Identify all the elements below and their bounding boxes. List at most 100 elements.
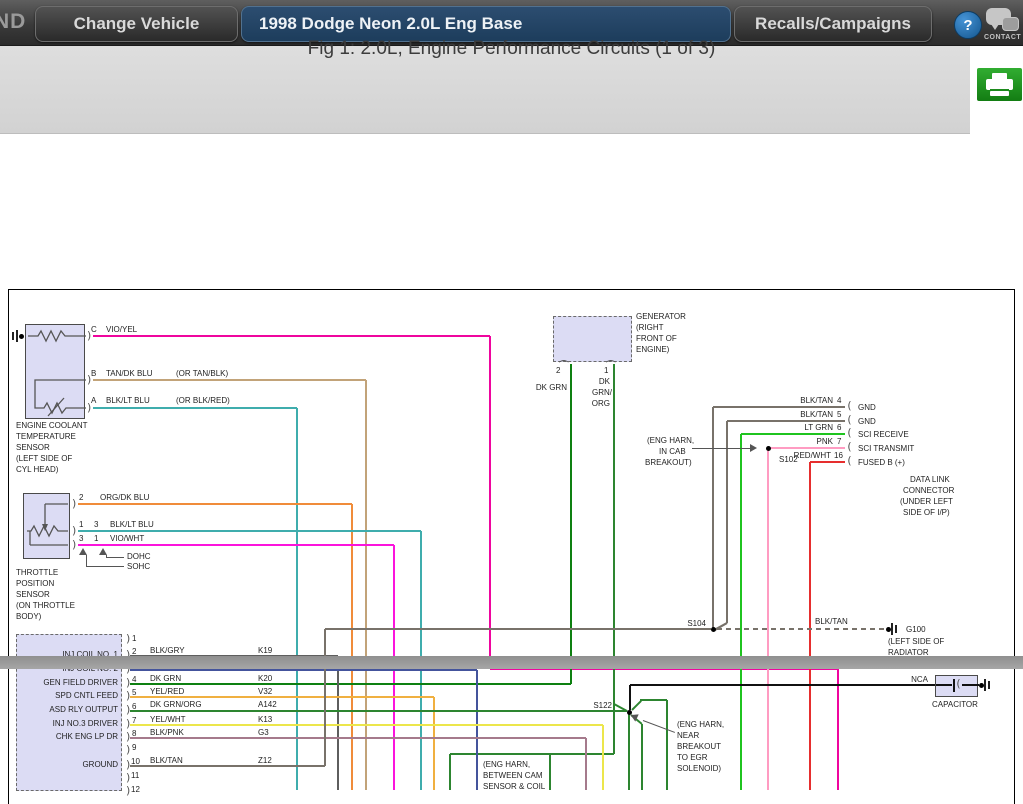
wire-yel-red-v32 xyxy=(130,696,434,698)
bottom-cutoff-band xyxy=(0,656,1023,669)
diagram-label: BODY) xyxy=(16,612,41,621)
diagram-label: BLK/PNK xyxy=(150,728,184,737)
diagram-label: 4 xyxy=(837,396,841,405)
diagram-label: TEMPERATURE xyxy=(16,432,76,441)
diagram-label: B xyxy=(91,369,96,378)
diagram-label: (RIGHT xyxy=(636,323,664,332)
wire-pnk-s102-down xyxy=(767,448,769,790)
wire-org-dkblu xyxy=(351,504,353,790)
pin-bracket: ( xyxy=(846,428,853,438)
diagram-label: 6 xyxy=(132,702,136,711)
wire-tan-dkblu xyxy=(365,380,367,790)
diagram-frame xyxy=(8,289,1015,804)
wire-dk-grn-k20 xyxy=(570,364,572,684)
wire-dk-grn-k20 xyxy=(130,683,571,685)
pin-bracket: ( xyxy=(846,401,853,411)
s104-splice xyxy=(711,627,716,632)
diagram-label: SENSOR xyxy=(16,443,50,452)
diagram-label: C xyxy=(91,325,97,334)
diagram-label: (ENG HARN, xyxy=(647,436,694,445)
diagram-label: 3 xyxy=(94,520,98,529)
wire-nca-capacitor xyxy=(629,685,631,710)
diagram-label: GRN/ xyxy=(592,388,612,397)
diagram-label: BREAKOUT xyxy=(677,742,721,751)
pin-bracket: ( xyxy=(605,358,615,365)
help-icon[interactable]: ? xyxy=(954,11,982,39)
diagram-label: 5 xyxy=(837,410,841,419)
diagram-label: NCA xyxy=(911,675,928,684)
wire-s102-pointer xyxy=(692,448,750,449)
wire-blk-ltblu-ect xyxy=(296,408,298,790)
tab-current-vehicle[interactable]: 1998 Dodge Neon 2.0L Eng Base xyxy=(241,6,731,42)
diagram-label: ORG xyxy=(592,399,610,408)
diagram-label: BLK/TAN xyxy=(800,410,833,419)
pin-bracket: ( xyxy=(846,442,853,452)
diagram-label: 10 xyxy=(131,757,140,766)
wire-tan-dkblu xyxy=(93,379,366,381)
diagram-label: K19 xyxy=(258,646,272,655)
wire-dk-grn-org-gen xyxy=(449,754,451,790)
tab-change-vehicle[interactable]: Change Vehicle xyxy=(35,6,238,42)
sohc-arrow xyxy=(99,548,107,555)
diagram-label: V32 xyxy=(258,687,272,696)
wire-s122-south xyxy=(628,714,630,790)
wire-blk-tan-dlc5 xyxy=(727,420,845,422)
diagram-label: BETWEEN CAM xyxy=(483,771,543,780)
diagram-label: S102 xyxy=(779,455,798,464)
pin-bracket: ) xyxy=(125,634,132,644)
wire-s122-se xyxy=(641,724,643,790)
diagram-label: 1 xyxy=(79,520,83,529)
print-button[interactable] xyxy=(977,68,1022,101)
tab-recalls-campaigns[interactable]: Recalls/Campaigns xyxy=(734,6,932,42)
pin-bracket: ) xyxy=(125,732,132,742)
diagram-label: 2 xyxy=(79,493,83,502)
diagram-label: (OR TAN/BLK) xyxy=(176,369,228,378)
figure-title: Fig 1: 2.0L, Engine Performance Circuits… xyxy=(0,38,1023,60)
diagram-label: 16 xyxy=(834,451,843,460)
diagram-label: SENSOR xyxy=(16,590,50,599)
diagram-label: POSITION xyxy=(16,579,54,588)
diagram-label: SOLENOID) xyxy=(677,764,721,773)
diagram-label: CAPACITOR xyxy=(932,700,978,709)
wire-red-wht-fused xyxy=(810,461,845,463)
diagram-label: TAN/DK BLU xyxy=(106,369,153,378)
diagram-label: BLK/GRY xyxy=(150,646,185,655)
pin-bracket: ) xyxy=(125,719,132,729)
diagram-label: NEAR xyxy=(677,731,699,740)
wiring-diagram-canvas: ))))))(())))))))))))((((((CVIO/YELBTAN/D… xyxy=(0,134,1023,656)
diagram-label: GROUND xyxy=(82,760,118,769)
diagram-label: BREAKOUT) xyxy=(645,458,692,467)
wire-blk-pnk-g3 xyxy=(585,738,587,790)
wire-dohc-bracket xyxy=(86,566,124,567)
ect-stub xyxy=(16,330,18,342)
wire-vio-yel xyxy=(489,336,491,669)
wire-nca-capacitor xyxy=(630,684,935,686)
ect-resistor-symbol xyxy=(20,324,90,424)
diagram-label: INJ NO.3 DRIVER xyxy=(53,719,118,728)
diagram-label: FRONT OF xyxy=(636,334,677,343)
chat-bubble-small-icon xyxy=(1002,17,1019,31)
wire-s122-ne xyxy=(666,700,668,790)
diagram-label: BLK/TAN xyxy=(800,396,833,405)
wire-vio-yel xyxy=(837,669,839,790)
diagram-label: TO EGR xyxy=(677,753,708,762)
diagram-label: YEL/RED xyxy=(150,687,184,696)
diagram-label: S122 xyxy=(593,701,612,710)
diagram-label: GND xyxy=(858,417,876,426)
wire-blk-ltblu-ect xyxy=(93,407,297,409)
diagram-label: DK GRN/ORG xyxy=(150,700,202,709)
g100-ground xyxy=(886,627,891,632)
wire-s122-ne xyxy=(640,699,667,701)
diagram-label: 5 xyxy=(132,688,136,697)
wire-vio-yel xyxy=(93,335,490,337)
wire-org-dkblu xyxy=(78,503,352,505)
diagram-label: CHK ENG LP DR xyxy=(56,732,118,741)
diagram-label: GENERATOR xyxy=(636,312,686,321)
wire-dk-grn-org-gen xyxy=(613,364,615,754)
diagram-label: DK xyxy=(599,377,610,386)
diagram-label: ASD RLY OUTPUT xyxy=(49,705,118,714)
diagram-label: 12 xyxy=(131,785,140,794)
tps-potentiometer-symbol xyxy=(22,499,77,559)
wire-blk-tan-z12 xyxy=(130,765,325,767)
pin-bracket: ) xyxy=(125,678,132,688)
